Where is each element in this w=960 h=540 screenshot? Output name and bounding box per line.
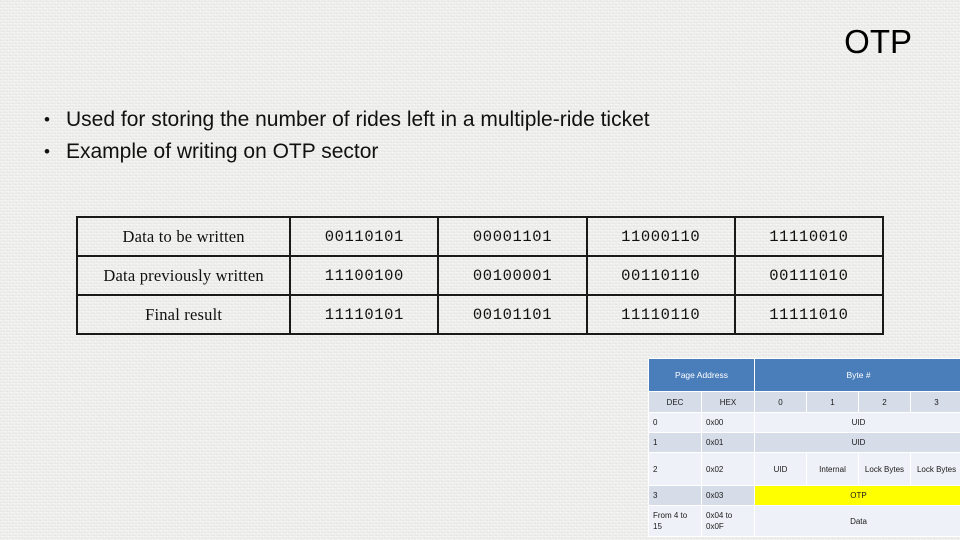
memmap-subheader-row: DEC HEX 0 1 2 3 [649, 392, 960, 412]
byte-0-header: 0 [755, 392, 806, 412]
bits-cell: 00111010 [733, 255, 885, 296]
bits-cell: 00110110 [585, 255, 736, 296]
page-content: Data [755, 506, 960, 536]
page-byte-cell: Lock Bytes [859, 453, 910, 485]
dec-column-header: DEC [649, 392, 701, 412]
byte-1-header: 1 [807, 392, 858, 412]
page-byte-cell: Internal [807, 453, 858, 485]
table-row: 3 0x03 OTP [649, 486, 960, 505]
row-label: Data to be written [75, 216, 292, 257]
bits-cell: 11100100 [289, 255, 440, 296]
bits-cell: 11000110 [585, 216, 736, 257]
page-hex: 0x03 [702, 486, 754, 505]
list-item: • Example of writing on OTP sector [44, 137, 904, 167]
page-hex: 0x04 to 0x0F [702, 506, 754, 536]
otp-sector-cell: OTP [755, 486, 960, 505]
bullet-text: Example of writing on OTP sector [66, 140, 379, 163]
bits-cell: 00101101 [437, 294, 588, 335]
hex-column-header: HEX [702, 392, 754, 412]
page-address-header: Page Address [649, 359, 754, 391]
bits-cell: 11110110 [585, 294, 736, 335]
page-content: UID [755, 433, 960, 452]
page-byte-cell: Lock Bytes [911, 453, 960, 485]
bits-cell: 11110010 [733, 216, 885, 257]
byte-2-header: 2 [859, 392, 910, 412]
bits-cell: 11111010 [733, 294, 885, 335]
memmap-header-row: Page Address Byte # [649, 359, 960, 391]
byte-3-header: 3 [911, 392, 960, 412]
page-dec: From 4 to 15 [649, 506, 701, 536]
bullet-marker-icon: • [44, 110, 50, 129]
list-item: • Used for storing the number of rides l… [44, 105, 904, 135]
binary-data-table: Data to be written 00110101 00001101 110… [75, 216, 885, 335]
page-dec: 3 [649, 486, 701, 505]
bullet-marker-icon: • [44, 142, 50, 161]
memory-map-table: Page Address Byte # DEC HEX 0 1 2 3 0 0x… [648, 358, 960, 537]
page-dec: 0 [649, 413, 701, 432]
page-hex: 0x02 [702, 453, 754, 485]
table-row: 2 0x02 UID Internal Lock Bytes Lock Byte… [649, 453, 960, 485]
table-row: Data to be written 00110101 00001101 110… [75, 216, 885, 257]
bits-cell: 00110101 [289, 216, 440, 257]
page-title: OTP [844, 23, 912, 60]
page-hex: 0x01 [702, 433, 754, 452]
row-label: Data previously written [75, 255, 292, 296]
bullet-list: • Used for storing the number of rides l… [44, 105, 904, 169]
table-row: 1 0x01 UID [649, 433, 960, 452]
byte-number-header: Byte # [755, 359, 960, 391]
page-hex: 0x00 [702, 413, 754, 432]
page-content: UID [755, 413, 960, 432]
table-row: Final result 11110101 00101101 11110110 … [75, 294, 885, 335]
bits-cell: 00001101 [437, 216, 588, 257]
row-label: Final result [75, 294, 292, 335]
table-row: From 4 to 15 0x04 to 0x0F Data [649, 506, 960, 536]
table-row: 0 0x00 UID [649, 413, 960, 432]
bits-cell: 00100001 [437, 255, 588, 296]
page-byte-cell: UID [755, 453, 806, 485]
bullet-text: Used for storing the number of rides lef… [66, 108, 650, 131]
bits-cell: 11110101 [289, 294, 440, 335]
page-dec: 1 [649, 433, 701, 452]
table-row: Data previously written 11100100 0010000… [75, 255, 885, 296]
page-dec: 2 [649, 453, 701, 485]
